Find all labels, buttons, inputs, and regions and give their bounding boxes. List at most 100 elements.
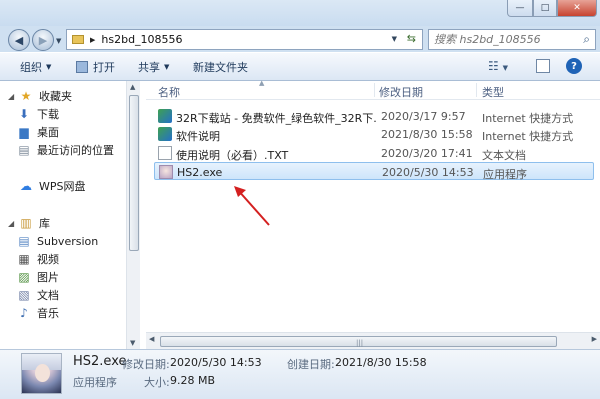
- expand-arrow-icon[interactable]: ◢: [8, 219, 18, 228]
- file-row[interactable]: 软件说明 2021/8/30 15:58 Internet 快捷方式: [154, 125, 594, 143]
- help-icon[interactable]: ?: [566, 58, 582, 74]
- file-type: Internet 快捷方式: [482, 112, 574, 125]
- address-bar[interactable]: ▶ hs2bd_108556 ▼ ⇆: [66, 29, 423, 50]
- file-list-pane: ▲ 名称 修改日期 类型 32R下载站 - 免费软件_绿色软件_32R下... …: [146, 79, 600, 349]
- sidebar-item-library[interactable]: ◢ ▥ 库: [8, 214, 50, 232]
- search-icon[interactable]: ⌕: [583, 32, 590, 47]
- file-row-selected[interactable]: HS2.exe 2020/5/30 14:53 应用程序: [154, 162, 594, 181]
- sidebar-item-music[interactable]: ♪ 音乐: [16, 304, 59, 322]
- maximize-button[interactable]: □: [533, 0, 557, 17]
- sidebar-item-label: 最近访问的位置: [37, 144, 114, 157]
- details-file-name: HS2.exe: [73, 354, 127, 369]
- breadcrumb-separator-icon[interactable]: ▶: [90, 36, 95, 44]
- expand-arrow-icon[interactable]: ◢: [8, 92, 18, 101]
- sidebar-item-label: 桌面: [37, 126, 59, 139]
- file-type: Internet 快捷方式: [482, 130, 574, 143]
- folder-icon: [72, 35, 84, 44]
- details-pane: HS2.exe 修改日期: 2020/5/30 14:53 创建日期: 2021…: [0, 349, 600, 399]
- address-dropdown-icon[interactable]: ▼: [392, 35, 397, 43]
- picture-library-icon: ▨: [18, 270, 30, 284]
- sidebar-item-wps[interactable]: ☁ WPS网盘: [8, 177, 86, 195]
- text-file-icon: [158, 146, 172, 160]
- star-icon: ★: [20, 89, 32, 103]
- url-shortcut-icon: [158, 127, 172, 141]
- annotation-arrow: [234, 186, 270, 226]
- sidebar-item-label: Subversion: [37, 234, 99, 248]
- file-type: 应用程序: [483, 168, 527, 181]
- file-date: 2020/3/17 9:57: [381, 110, 466, 123]
- refresh-icon[interactable]: ⇆: [407, 32, 416, 45]
- sidebar-item-pictures[interactable]: ▨ 图片: [16, 268, 59, 286]
- scrollbar-thumb[interactable]: |||: [160, 336, 557, 347]
- desktop-icon: ▆: [19, 125, 29, 139]
- sidebar-item-videos[interactable]: ▦ 视频: [16, 250, 59, 268]
- preview-pane-icon[interactable]: [536, 59, 550, 73]
- file-date: 2020/5/30 14:53: [382, 166, 474, 179]
- sidebar-item-favorites[interactable]: ◢ ★ 收藏夹: [8, 87, 72, 105]
- back-arrow-icon: ◀: [14, 33, 24, 47]
- scroll-up-icon[interactable]: ▲: [130, 83, 135, 91]
- column-header-type[interactable]: 类型: [482, 84, 504, 100]
- open-button[interactable]: 打开: [76, 59, 115, 75]
- file-name: 使用说明（必看）.TXT: [176, 149, 289, 162]
- organize-button[interactable]: 组织 ▼: [20, 59, 51, 75]
- new-folder-button[interactable]: 新建文件夹: [193, 59, 248, 75]
- share-label: 共享: [138, 61, 160, 74]
- sidebar-item-label: 下载: [37, 108, 59, 121]
- file-name: 软件说明: [176, 130, 220, 143]
- sidebar-scrollbar[interactable]: ▲ ▼: [126, 81, 140, 349]
- downloads-folder-icon: ⬇: [18, 107, 30, 121]
- breadcrumb-current-folder[interactable]: hs2bd_108556: [101, 33, 182, 46]
- video-library-icon: ▦: [18, 252, 30, 266]
- grip-icon: |||: [356, 339, 364, 347]
- column-divider[interactable]: [476, 83, 477, 97]
- scroll-down-icon[interactable]: ▼: [130, 339, 135, 347]
- column-header-row: ▲ 名称 修改日期 类型: [146, 79, 600, 100]
- sidebar-item-label: 音乐: [37, 307, 59, 320]
- scrollbar-thumb[interactable]: [129, 95, 139, 251]
- forward-button[interactable]: ▶: [32, 29, 54, 51]
- sidebar-item-documents[interactable]: ▧ 文档: [16, 286, 59, 304]
- details-modified-label: 修改日期:: [122, 358, 170, 371]
- column-header-date[interactable]: 修改日期: [379, 84, 423, 100]
- cloud-icon: ☁: [20, 179, 32, 193]
- chevron-down-icon: ▼: [164, 63, 170, 71]
- organize-label: 组织: [20, 61, 42, 74]
- sidebar-item-label: WPS网盘: [39, 180, 86, 193]
- file-row[interactable]: 使用说明（必看）.TXT 2020/3/20 17:41 文本文档: [154, 144, 594, 162]
- file-row[interactable]: 32R下载站 - 免费软件_绿色软件_32R下... 2020/3/17 9:5…: [154, 107, 594, 125]
- annotation-arrow-head: [234, 186, 246, 197]
- sidebar-item-label: 收藏夹: [39, 90, 72, 103]
- address-row: ◀ ▶ ▼ ▶ hs2bd_108556 ▼ ⇆ ⌕: [0, 26, 600, 52]
- close-button[interactable]: ✕: [557, 0, 597, 17]
- scroll-right-icon[interactable]: ▶: [592, 335, 597, 343]
- search-input[interactable]: [434, 33, 574, 46]
- annotation-arrow-shaft: [236, 188, 270, 226]
- explorer-window: — □ ✕ ◀ ▶ ▼ ▶ hs2bd_108556 ▼ ⇆ ⌕ 组织 ▼ 打开 …: [0, 0, 600, 399]
- details-kind: 应用程序: [73, 376, 117, 389]
- library-icon: ▥: [20, 216, 32, 230]
- details-size-label: 大小:: [144, 376, 170, 389]
- details-modified-value: 2020/5/30 14:53: [170, 356, 262, 369]
- command-bar: 组织 ▼ 打开 共享 ▼ 新建文件夹 ☷ ▼ ?: [0, 53, 600, 81]
- search-box[interactable]: ⌕: [428, 29, 596, 50]
- sidebar-item-subversion[interactable]: ▤ Subversion: [16, 232, 98, 250]
- recent-pages-dropdown[interactable]: ▼: [56, 37, 61, 45]
- column-divider[interactable]: [374, 83, 375, 97]
- recent-places-icon: ▤: [18, 143, 30, 157]
- scroll-left-icon[interactable]: ◀: [149, 335, 154, 343]
- back-button[interactable]: ◀: [8, 29, 30, 51]
- details-size-value: 9.28 MB: [170, 374, 216, 387]
- forward-arrow-icon: ▶: [38, 33, 48, 47]
- sidebar-item-desktop[interactable]: ▆ 桌面: [16, 123, 59, 141]
- file-name: 32R下载站 - 免费软件_绿色软件_32R下...: [176, 112, 376, 125]
- file-thumbnail: [21, 353, 62, 394]
- horizontal-scrollbar[interactable]: ◀ ||| ▶: [146, 332, 600, 349]
- minimize-button[interactable]: —: [507, 0, 533, 17]
- column-header-name[interactable]: 名称: [158, 84, 180, 100]
- view-options-icon[interactable]: ☷ ▼: [488, 59, 508, 74]
- sidebar-item-recent[interactable]: ▤ 最近访问的位置: [16, 141, 114, 159]
- share-button[interactable]: 共享 ▼: [138, 59, 169, 75]
- sidebar-item-downloads[interactable]: ⬇ 下载: [16, 105, 59, 123]
- sidebar-item-label: 视频: [37, 253, 59, 266]
